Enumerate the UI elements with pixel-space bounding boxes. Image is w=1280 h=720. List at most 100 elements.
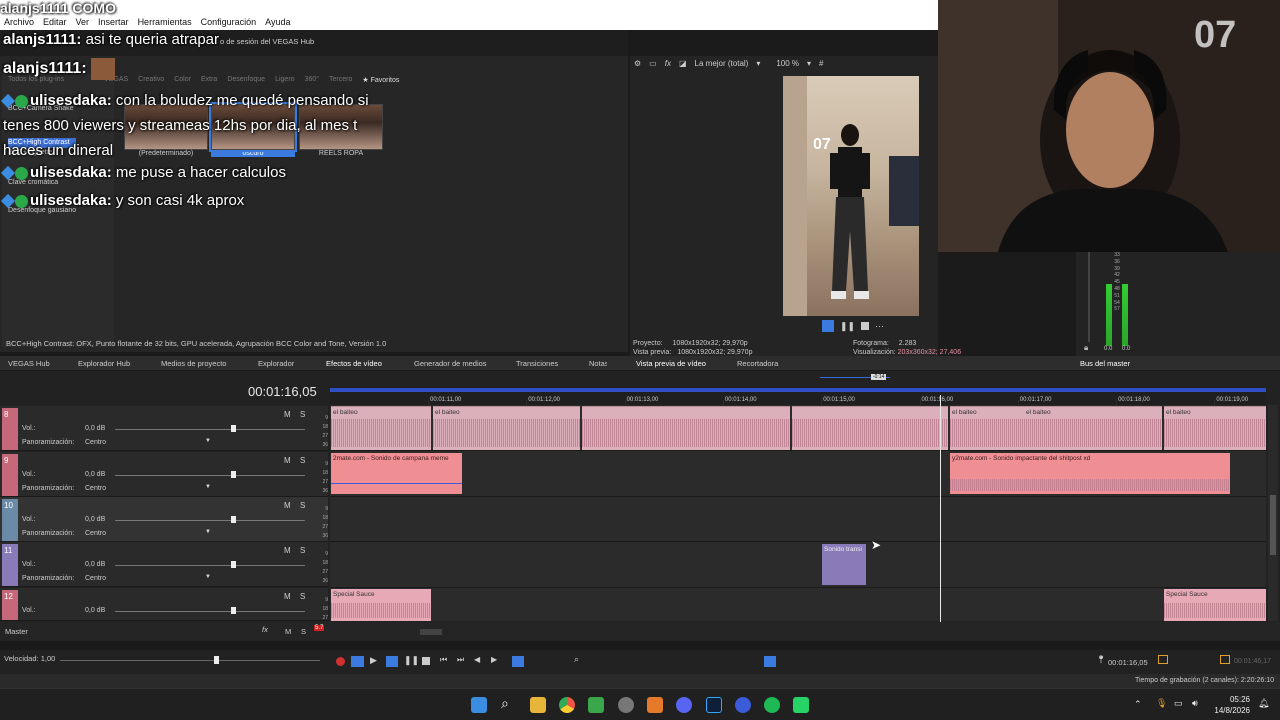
menu-configuracion[interactable]: Configuración (201, 15, 257, 29)
audio-clip[interactable]: Special Sauce (331, 589, 431, 621)
tab-vegas-hub[interactable]: VEGAS Hub (8, 359, 50, 368)
mute-button[interactable]: M (284, 592, 291, 601)
track-number[interactable]: 9 (2, 454, 18, 496)
track-number[interactable]: 10 (2, 499, 18, 541)
audio-clip[interactable]: el baiteo (433, 406, 580, 450)
audio-clip[interactable]: Sonido transi (822, 544, 866, 585)
stop-icon[interactable] (861, 322, 870, 330)
volume-slider-knob[interactable] (231, 561, 236, 568)
volume-slider-track[interactable] (115, 520, 305, 521)
track-number[interactable]: 8 (2, 408, 18, 450)
solo-button[interactable]: S (300, 501, 305, 510)
pause-icon[interactable]: ❚❚ (840, 321, 855, 332)
track-number[interactable]: 12 (2, 590, 18, 620)
external-monitor-icon[interactable]: ▭ (649, 59, 657, 68)
pan-slider-marker[interactable]: ▼ (205, 438, 211, 444)
solo-button[interactable]: S (300, 592, 305, 601)
audio-clip[interactable]: Special Sauce (1164, 589, 1266, 621)
mute-button[interactable]: M (284, 546, 291, 555)
normal-edit-tool-icon[interactable] (512, 656, 524, 667)
search-icon[interactable]: ⌕ (501, 695, 517, 711)
track-header[interactable]: 9 Vol.: 0,0 dB M S 9 18 27 36 Panoramización: Cent… (0, 452, 328, 497)
fx-tab-360[interactable]: 360° (305, 76, 319, 84)
timeline-vertical-scrollbar[interactable] (1268, 405, 1278, 621)
volume-icon[interactable]: 🔊︎ (1192, 698, 1198, 709)
track-header[interactable]: 8 Vol.: 0,0 dB M S 9 18 27 36 Panoramización: Cent… (0, 406, 328, 451)
solo-button[interactable]: S (300, 456, 305, 465)
hub-login-note[interactable]: o de sesión del VEGAS Hub (220, 37, 314, 46)
more-icon[interactable]: ⋯ (875, 321, 884, 332)
selection-icon[interactable] (1158, 655, 1168, 664)
master-mute-button[interactable]: M (285, 627, 291, 636)
fx-tab-ligero[interactable]: Ligero (275, 76, 294, 84)
scrollbar-thumb[interactable] (1270, 495, 1276, 555)
menu-insertar[interactable]: Insertar (98, 15, 129, 29)
obs-icon[interactable] (618, 697, 634, 713)
zoom-icon[interactable]: ⌕ (574, 654, 579, 665)
tab-generador-medios[interactable]: Generador de medios (414, 359, 487, 368)
chevron-up-icon[interactable]: ⌃ (1134, 699, 1142, 710)
menu-editar[interactable]: Editar (43, 15, 67, 29)
go-to-start-icon[interactable]: ⏮ (440, 655, 447, 665)
play-icon[interactable] (386, 656, 398, 667)
playhead-cursor[interactable] (940, 395, 941, 640)
track-header[interactable]: 12 Vol.: 0,0 dB M S 9 18 27 (0, 588, 328, 621)
tab-notas[interactable]: Notas (589, 359, 607, 368)
solo-button[interactable]: S (300, 546, 305, 555)
network-icon[interactable]: ▭ (1174, 698, 1183, 709)
marker-icon[interactable]: 📍︎ (1096, 655, 1106, 664)
master-solo-button[interactable]: S (301, 627, 306, 636)
capcut-icon[interactable] (793, 697, 809, 713)
tab-explorador[interactable]: Explorador (258, 359, 294, 368)
play-icon[interactable] (822, 320, 834, 332)
windows-start-icon[interactable] (471, 697, 487, 713)
track-header[interactable]: 11 Vol.: 0,0 dB M S 9 18 27 36 Panoramización: Cen… (0, 542, 328, 587)
menu-ayuda[interactable]: Ayuda (265, 15, 290, 29)
fx-tab-creativo[interactable]: Creativo (138, 76, 164, 84)
audio-clip[interactable]: y2mate.com - Sonido impactante del shitp… (950, 453, 1230, 494)
tab-transiciones[interactable]: Transiciones (516, 359, 558, 368)
speed-slider-track[interactable] (60, 660, 320, 661)
audio-clip[interactable]: 2mate.com - Sonido de campana meme (331, 453, 462, 494)
grid-icon[interactable]: # (819, 59, 823, 68)
microphone-icon[interactable]: 🎙︎ (1156, 698, 1167, 709)
mute-button[interactable]: M (284, 410, 291, 419)
audio-clip[interactable] (792, 406, 948, 450)
fx-tab-color[interactable]: Color (174, 76, 191, 84)
fx-icon[interactable]: fx (262, 625, 268, 634)
tab-efectos-video[interactable]: Efectos de vídeo (326, 359, 382, 368)
go-to-end-icon[interactable]: ⏭ (457, 655, 464, 665)
menu-ver[interactable]: Ver (76, 15, 90, 29)
volume-slider-knob[interactable] (231, 607, 236, 614)
fx-tab-tercero[interactable]: Tercero (329, 76, 352, 84)
photoshop-icon[interactable] (706, 697, 722, 713)
prev-frame-icon[interactable]: ◀ (474, 655, 480, 664)
loop-icon[interactable] (351, 656, 364, 667)
loop-region-bar[interactable] (330, 388, 1266, 392)
lock-icon[interactable]: 🔒︎ (1084, 343, 1088, 353)
split-view-icon[interactable]: ◪ (679, 59, 687, 68)
volume-slider-knob[interactable] (231, 425, 236, 432)
audio-clip[interactable] (582, 406, 790, 450)
record-icon[interactable] (336, 657, 345, 666)
pan-slider-marker[interactable]: ▼ (205, 529, 211, 535)
menu-archivo[interactable]: Archivo (4, 15, 34, 29)
tab-bus-master[interactable]: Bus del master (1080, 359, 1130, 368)
spotify-icon[interactable] (764, 697, 780, 713)
solo-button[interactable]: S (300, 410, 305, 419)
brave-icon[interactable] (647, 697, 663, 713)
volume-slider-knob[interactable] (231, 471, 236, 478)
speed-slider-knob[interactable] (214, 656, 219, 664)
volume-slider-track[interactable] (115, 475, 305, 476)
fx-tab-extra[interactable]: Extra (201, 76, 217, 84)
menu-herramientas[interactable]: Herramientas (138, 15, 192, 29)
mute-button[interactable]: M (284, 456, 291, 465)
vegas-icon[interactable] (735, 697, 751, 713)
volume-slider-knob[interactable] (231, 516, 236, 523)
file-explorer-icon[interactable] (530, 697, 546, 713)
pause-icon[interactable]: ❚❚ (404, 655, 419, 666)
region-icon[interactable] (1220, 655, 1230, 664)
horizontal-scroll-thumb[interactable] (420, 629, 442, 635)
discord-icon[interactable] (676, 697, 692, 713)
pan-slider-marker[interactable]: ▼ (205, 484, 211, 490)
